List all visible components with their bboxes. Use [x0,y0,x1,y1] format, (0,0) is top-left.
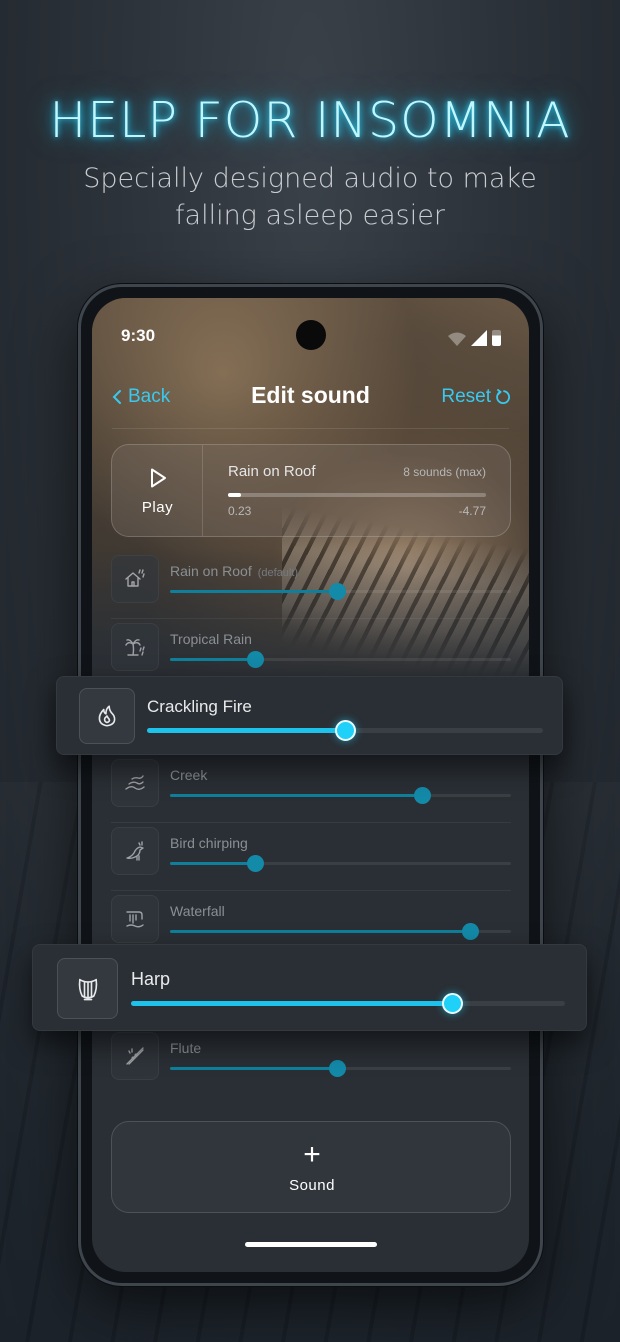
reset-label: Reset [441,386,491,407]
add-sound-label: Sound [289,1177,335,1194]
subheadline: Specially designed audio to make falling… [83,163,537,231]
status-icons [448,330,501,346]
app-screen: 9:30 Back Edit sound Reset Play Rain on … [92,298,529,1272]
play-icon [151,468,166,488]
mix-player: Play Rain on Roof 8 sounds (max) 0.23 -4… [111,444,511,537]
mix-progress-track[interactable] [228,493,486,497]
sound-row-bird-chirping: Bird chirping [111,827,511,891]
default-tag: (default) [257,567,299,579]
volume-fill [170,658,256,661]
plus-icon: + [303,1138,321,1171]
play-button[interactable]: Play [112,445,203,536]
bird-icon[interactable] [111,827,159,875]
sound-label: Crackling Fire [147,697,252,716]
volume-knob[interactable] [247,651,265,668]
sound-label: Tropical Rain [170,631,252,647]
volume-slider[interactable] [170,1060,511,1077]
flute-icon[interactable] [111,1032,159,1080]
add-sound-button[interactable]: + Sound [111,1121,511,1213]
volume-knob[interactable] [329,583,347,600]
harp-icon[interactable] [57,958,118,1019]
volume-fill [170,930,471,933]
mix-name: Rain on Roof [228,463,316,480]
volume-knob[interactable] [247,855,265,872]
creek-waves-icon[interactable] [111,759,159,807]
volume-knob[interactable] [335,720,356,741]
volume-fill [170,590,338,593]
volume-knob[interactable] [462,923,480,940]
waterfall-icon[interactable] [111,895,159,943]
mix-end-value: -4.77 [458,504,486,518]
volume-fill [170,862,256,865]
reset-button[interactable]: Reset [441,386,511,408]
volume-fill [170,794,423,797]
reset-icon [496,389,510,405]
volume-slider[interactable] [131,993,565,1014]
volume-slider[interactable] [170,583,511,600]
sound-card-harp: Harp [32,944,587,1031]
mix-progress-fill [228,493,241,497]
volume-knob[interactable] [414,787,432,804]
sound-row-flute: Flute [111,1032,511,1092]
sound-label: Rain on Roof [170,563,252,579]
sound-label: Harp [131,969,171,989]
wifi-icon [448,332,466,346]
sound-label: Creek [170,767,208,783]
play-label: Play [141,499,174,516]
volume-slider[interactable] [170,651,511,668]
sound-row-creek: Creek [111,759,511,823]
divider [112,428,509,429]
volume-knob[interactable] [329,1060,347,1077]
volume-fill [170,1067,338,1070]
sound-card-crackling-fire: Crackling Fire [56,676,563,755]
volume-slider[interactable] [170,923,511,940]
signal-icon [471,330,487,346]
sound-label: Waterfall [170,903,225,919]
volume-fill [131,1001,453,1006]
sound-row-tropical-rain: Tropical Rain [111,623,511,683]
volume-slider[interactable] [170,855,511,872]
status-time: 9:30 [121,326,156,345]
sound-label: Flute [170,1040,202,1056]
volume-knob[interactable] [442,993,464,1014]
house-rain-icon[interactable] [111,555,159,603]
volume-fill [147,728,345,733]
battery-icon [492,330,501,346]
headline: HELP FOR INSOMNIA [49,92,571,149]
phone-frame: 9:30 Back Edit sound Reset Play Rain on … [78,284,543,1286]
palm-rain-icon[interactable] [111,623,159,671]
sound-row-rain-on-roof: Rain on Roof (default) [111,555,511,619]
fire-icon[interactable] [79,688,135,744]
nav-bar: Back Edit sound Reset [92,380,529,420]
volume-slider[interactable] [147,720,543,741]
home-indicator[interactable] [245,1242,377,1247]
mix-start-value: 0.23 [228,504,252,518]
sounds-count: 8 sounds (max) [403,465,486,479]
sound-label: Bird chirping [170,835,248,851]
camera-cutout [296,320,326,350]
volume-slider[interactable] [170,787,511,804]
